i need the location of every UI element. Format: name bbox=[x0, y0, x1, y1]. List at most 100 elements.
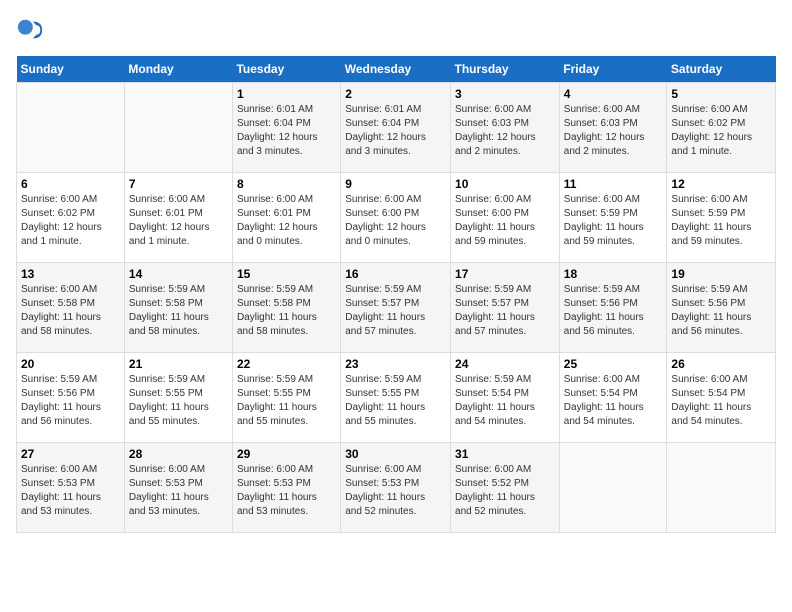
day-info: Sunrise: 5:59 AM Sunset: 5:55 PM Dayligh… bbox=[129, 373, 228, 429]
day-info: Sunrise: 5:59 AM Sunset: 5:54 PM Dayligh… bbox=[455, 373, 555, 429]
day-info: Sunrise: 6:00 AM Sunset: 6:01 PM Dayligh… bbox=[129, 193, 228, 249]
day-number: 27 bbox=[21, 447, 120, 461]
calendar-header-thursday: Thursday bbox=[451, 56, 560, 83]
calendar-cell: 1 Sunrise: 6:01 AM Sunset: 6:04 PM Daylig… bbox=[232, 83, 340, 173]
day-number: 1 bbox=[237, 87, 336, 101]
day-number: 23 bbox=[345, 357, 446, 371]
day-number: 2 bbox=[345, 87, 446, 101]
day-number: 7 bbox=[129, 177, 228, 191]
day-info: Sunrise: 6:01 AM Sunset: 6:04 PM Dayligh… bbox=[345, 103, 446, 159]
day-info: Sunrise: 6:00 AM Sunset: 5:52 PM Dayligh… bbox=[455, 463, 555, 519]
calendar-cell: 22 Sunrise: 5:59 AM Sunset: 5:55 PM Dayli… bbox=[232, 353, 340, 443]
day-number: 29 bbox=[237, 447, 336, 461]
calendar-cell: 10Sunrise: 6:00 AM Sunset: 6:00 PM Dayli… bbox=[451, 173, 560, 263]
calendar-cell: 5 Sunrise: 6:00 AM Sunset: 6:02 PM Daylig… bbox=[667, 83, 776, 173]
calendar-cell: 13Sunrise: 6:00 AM Sunset: 5:58 PM Dayli… bbox=[17, 263, 125, 353]
calendar-cell: 3 Sunrise: 6:00 AM Sunset: 6:03 PM Daylig… bbox=[451, 83, 560, 173]
calendar-header-row: SundayMondayTuesdayWednesdayThursdayFrid… bbox=[17, 56, 776, 83]
calendar-cell bbox=[559, 443, 667, 533]
day-number: 28 bbox=[129, 447, 228, 461]
day-info: Sunrise: 5:59 AM Sunset: 5:57 PM Dayligh… bbox=[345, 283, 446, 339]
calendar-cell: 19 Sunrise: 5:59 AM Sunset: 5:56 PM Dayli… bbox=[667, 263, 776, 353]
day-info: Sunrise: 6:00 AM Sunset: 6:03 PM Dayligh… bbox=[455, 103, 555, 159]
calendar-cell: 30 Sunrise: 6:00 AM Sunset: 5:53 PM Dayli… bbox=[341, 443, 451, 533]
calendar-cell bbox=[17, 83, 125, 173]
day-number: 13 bbox=[21, 267, 120, 281]
calendar-cell: 23 Sunrise: 5:59 AM Sunset: 5:55 PM Dayli… bbox=[341, 353, 451, 443]
day-number: 26 bbox=[671, 357, 771, 371]
day-number: 6 bbox=[21, 177, 120, 191]
calendar-week-4: 20 Sunrise: 5:59 AM Sunset: 5:56 PM Dayli… bbox=[17, 353, 776, 443]
day-info: Sunrise: 5:59 AM Sunset: 5:57 PM Dayligh… bbox=[455, 283, 555, 339]
day-number: 19 bbox=[671, 267, 771, 281]
day-number: 18 bbox=[564, 267, 663, 281]
calendar-table: SundayMondayTuesdayWednesdayThursdayFrid… bbox=[16, 56, 776, 533]
calendar-header-tuesday: Tuesday bbox=[232, 56, 340, 83]
day-info: Sunrise: 6:00 AM Sunset: 6:01 PM Dayligh… bbox=[237, 193, 336, 249]
day-number: 20 bbox=[21, 357, 120, 371]
page-header bbox=[16, 16, 776, 44]
day-info: Sunrise: 6:00 AM Sunset: 5:53 PM Dayligh… bbox=[237, 463, 336, 519]
calendar-cell: 15Sunrise: 5:59 AM Sunset: 5:58 PM Dayli… bbox=[232, 263, 340, 353]
calendar-cell bbox=[667, 443, 776, 533]
calendar-cell: 6 Sunrise: 6:00 AM Sunset: 6:02 PM Daylig… bbox=[17, 173, 125, 263]
day-info: Sunrise: 6:00 AM Sunset: 6:00 PM Dayligh… bbox=[345, 193, 446, 249]
day-number: 15 bbox=[237, 267, 336, 281]
day-info: Sunrise: 5:59 AM Sunset: 5:56 PM Dayligh… bbox=[21, 373, 120, 429]
day-info: Sunrise: 5:59 AM Sunset: 5:58 PM Dayligh… bbox=[129, 283, 228, 339]
day-number: 16 bbox=[345, 267, 446, 281]
day-info: Sunrise: 5:59 AM Sunset: 5:55 PM Dayligh… bbox=[345, 373, 446, 429]
day-info: Sunrise: 5:59 AM Sunset: 5:56 PM Dayligh… bbox=[564, 283, 663, 339]
calendar-cell: 4Sunrise: 6:00 AM Sunset: 6:03 PM Daylig… bbox=[559, 83, 667, 173]
day-info: Sunrise: 6:00 AM Sunset: 6:02 PM Dayligh… bbox=[671, 103, 771, 159]
day-number: 24 bbox=[455, 357, 555, 371]
calendar-header-friday: Friday bbox=[559, 56, 667, 83]
calendar-cell: 18 Sunrise: 5:59 AM Sunset: 5:56 PM Dayli… bbox=[559, 263, 667, 353]
day-number: 8 bbox=[237, 177, 336, 191]
calendar-cell: 31 Sunrise: 6:00 AM Sunset: 5:52 PM Dayli… bbox=[451, 443, 560, 533]
calendar-cell: 27 Sunrise: 6:00 AM Sunset: 5:53 PM Dayli… bbox=[17, 443, 125, 533]
day-number: 4 bbox=[564, 87, 663, 101]
day-info: Sunrise: 6:00 AM Sunset: 6:00 PM Dayligh… bbox=[455, 193, 555, 249]
calendar-cell: 8 Sunrise: 6:00 AM Sunset: 6:01 PM Daylig… bbox=[232, 173, 340, 263]
calendar-cell bbox=[124, 83, 232, 173]
day-info: Sunrise: 5:59 AM Sunset: 5:56 PM Dayligh… bbox=[671, 283, 771, 339]
day-number: 31 bbox=[455, 447, 555, 461]
day-number: 14 bbox=[129, 267, 228, 281]
calendar-cell: 12 Sunrise: 6:00 AM Sunset: 5:59 PM Dayli… bbox=[667, 173, 776, 263]
calendar-cell: 24 Sunrise: 5:59 AM Sunset: 5:54 PM Dayli… bbox=[451, 353, 560, 443]
calendar-cell: 7 Sunrise: 6:00 AM Sunset: 6:01 PM Daylig… bbox=[124, 173, 232, 263]
logo-icon bbox=[16, 16, 44, 44]
calendar-header-monday: Monday bbox=[124, 56, 232, 83]
day-number: 11 bbox=[564, 177, 663, 191]
day-number: 3 bbox=[455, 87, 555, 101]
calendar-cell: 17Sunrise: 5:59 AM Sunset: 5:57 PM Dayli… bbox=[451, 263, 560, 353]
calendar-week-3: 13Sunrise: 6:00 AM Sunset: 5:58 PM Dayli… bbox=[17, 263, 776, 353]
calendar-week-5: 27 Sunrise: 6:00 AM Sunset: 5:53 PM Dayli… bbox=[17, 443, 776, 533]
calendar-week-1: 1 Sunrise: 6:01 AM Sunset: 6:04 PM Daylig… bbox=[17, 83, 776, 173]
day-info: Sunrise: 6:01 AM Sunset: 6:04 PM Dayligh… bbox=[237, 103, 336, 159]
calendar-cell: 25Sunrise: 6:00 AM Sunset: 5:54 PM Dayli… bbox=[559, 353, 667, 443]
day-number: 25 bbox=[564, 357, 663, 371]
calendar-cell: 29 Sunrise: 6:00 AM Sunset: 5:53 PM Dayli… bbox=[232, 443, 340, 533]
day-info: Sunrise: 6:00 AM Sunset: 5:59 PM Dayligh… bbox=[671, 193, 771, 249]
day-info: Sunrise: 6:00 AM Sunset: 5:59 PM Dayligh… bbox=[564, 193, 663, 249]
day-info: Sunrise: 6:00 AM Sunset: 5:54 PM Dayligh… bbox=[671, 373, 771, 429]
day-number: 21 bbox=[129, 357, 228, 371]
calendar-header-saturday: Saturday bbox=[667, 56, 776, 83]
calendar-cell: 2 Sunrise: 6:01 AM Sunset: 6:04 PM Daylig… bbox=[341, 83, 451, 173]
day-info: Sunrise: 6:00 AM Sunset: 5:53 PM Dayligh… bbox=[345, 463, 446, 519]
calendar-cell: 28 Sunrise: 6:00 AM Sunset: 5:53 PM Dayli… bbox=[124, 443, 232, 533]
day-info: Sunrise: 6:00 AM Sunset: 5:53 PM Dayligh… bbox=[21, 463, 120, 519]
calendar-cell: 9Sunrise: 6:00 AM Sunset: 6:00 PM Daylig… bbox=[341, 173, 451, 263]
day-info: Sunrise: 6:00 AM Sunset: 5:53 PM Dayligh… bbox=[129, 463, 228, 519]
day-number: 22 bbox=[237, 357, 336, 371]
day-number: 5 bbox=[671, 87, 771, 101]
calendar-cell: 14 Sunrise: 5:59 AM Sunset: 5:58 PM Dayli… bbox=[124, 263, 232, 353]
day-info: Sunrise: 5:59 AM Sunset: 5:55 PM Dayligh… bbox=[237, 373, 336, 429]
day-number: 12 bbox=[671, 177, 771, 191]
day-info: Sunrise: 6:00 AM Sunset: 6:02 PM Dayligh… bbox=[21, 193, 120, 249]
calendar-cell: 16 Sunrise: 5:59 AM Sunset: 5:57 PM Dayli… bbox=[341, 263, 451, 353]
day-number: 30 bbox=[345, 447, 446, 461]
calendar-cell: 21 Sunrise: 5:59 AM Sunset: 5:55 PM Dayli… bbox=[124, 353, 232, 443]
